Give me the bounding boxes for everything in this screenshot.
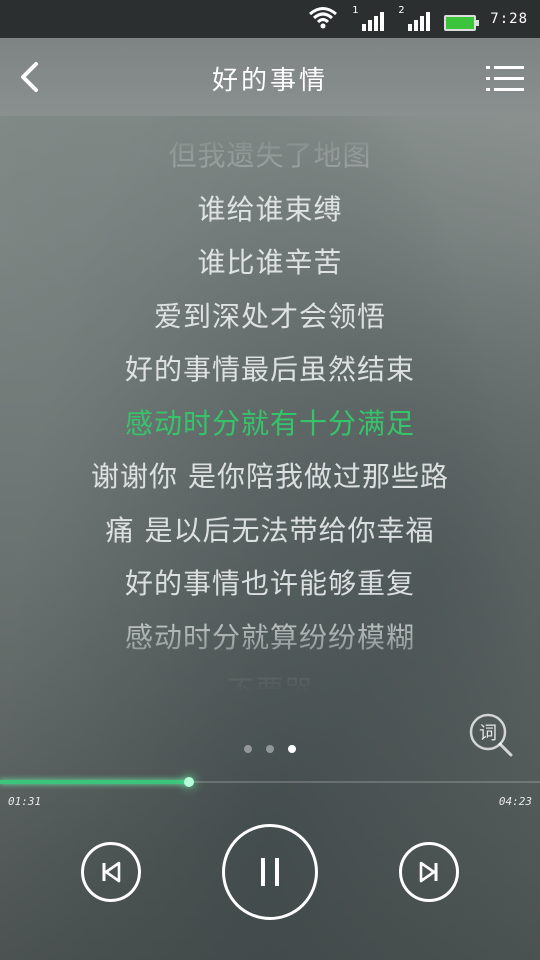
- sim-1-label: 1: [352, 5, 359, 16]
- page-dot[interactable]: [266, 745, 274, 753]
- previous-button[interactable]: [81, 842, 141, 902]
- pause-icon: [261, 858, 279, 886]
- current-time: 01:31: [8, 795, 42, 808]
- total-time: 04:23: [498, 795, 532, 808]
- lyric-line: 好的事情最后虽然结束: [124, 353, 415, 386]
- wifi-icon: [308, 7, 338, 31]
- lyrics-panel[interactable]: 但我遗失了地图 谁给谁束缚谁比谁辛苦爱到深处才会领悟 好的事情最后虽然结束 感动时分就…: [0, 124, 540, 694]
- page-dot[interactable]: [244, 745, 252, 753]
- signal-2-icon: 2: [398, 5, 431, 31]
- sim-2-label: 2: [398, 5, 405, 16]
- lyric-line: 谁给谁束缚: [197, 192, 343, 226]
- skip-previous-icon: [102, 861, 121, 883]
- battery-icon: [444, 7, 480, 31]
- battery-level: [444, 15, 480, 31]
- skip-next-icon: [419, 861, 438, 883]
- lyric-line: 感动时分就算纷纷模糊: [124, 620, 415, 654]
- lyric-line: 爱到深处才会领悟: [153, 299, 386, 333]
- signal-1-icon: 1: [352, 5, 385, 31]
- lyric-search-label: 词: [479, 723, 497, 744]
- progress-fill: [0, 780, 189, 784]
- playlist-menu-button[interactable]: [486, 64, 526, 94]
- pause-button[interactable]: [222, 824, 318, 920]
- lyric-line: 不要哭: [226, 674, 314, 694]
- song-title: 好的事情: [211, 66, 328, 96]
- lyric-line: 但我遗失了地图: [168, 139, 372, 172]
- page-dot[interactable]: [288, 745, 296, 753]
- lyric-line: 痛 是以后无法带给你幸福: [105, 513, 435, 547]
- wifi-icon-svg: [309, 7, 338, 29]
- lyric-line-current: 感动时分就有十分满足: [124, 406, 415, 440]
- lyric-line: 谢谢你 是你陪我做过那些路: [91, 460, 449, 493]
- page-indicator: [0, 745, 540, 753]
- playlist-menu-icon: [486, 66, 524, 91]
- progress-bar[interactable]: [0, 777, 540, 787]
- status-bar: 1 2 7:28: [0, 0, 540, 38]
- progress-knob[interactable]: [184, 777, 194, 787]
- lyric-line: 好的事情也许能够重复: [124, 567, 415, 600]
- lyric-line: 谁比谁辛苦: [197, 246, 343, 279]
- status-clock: 7:28: [490, 11, 528, 27]
- next-button[interactable]: [399, 842, 459, 902]
- player-header: 好的事情: [0, 38, 540, 116]
